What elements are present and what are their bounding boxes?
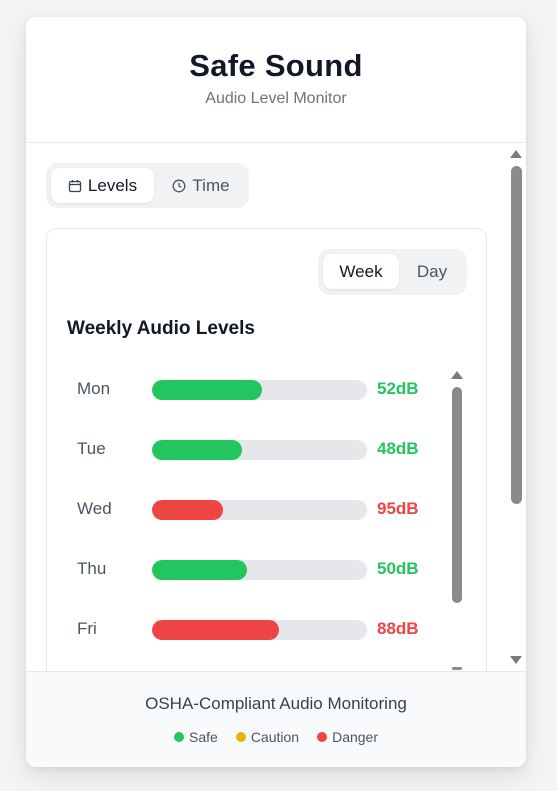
legend-dot — [235, 732, 246, 742]
scroll-down-icon[interactable] — [510, 656, 522, 664]
level-row: Tue 48dB — [47, 434, 467, 464]
footer: OSHA-Compliant Audio Monitoring Safe Cau… — [26, 671, 526, 767]
legend: Safe Caution Danger — [26, 729, 526, 745]
range-day-button[interactable]: Day — [402, 254, 462, 289]
scrollbar-thumb[interactable] — [452, 387, 462, 603]
level-bar-track — [152, 440, 367, 460]
clock-icon — [172, 179, 186, 192]
day-label: Mon — [77, 379, 111, 398]
scroll-up-icon[interactable] — [510, 150, 522, 158]
levels-scrollbar[interactable] — [447, 369, 467, 671]
db-value: 95dB — [377, 499, 419, 518]
db-value: 88dB — [377, 619, 419, 638]
tab-levels[interactable]: Levels — [51, 168, 154, 203]
legend-dot — [317, 732, 328, 742]
main-content: Levels Time Week Day Weekly Audio Levels… — [26, 143, 526, 671]
main-scrollbar[interactable] — [506, 146, 526, 668]
legend-label: Danger — [332, 729, 378, 745]
day-label: Fri — [77, 619, 97, 638]
legend-label: Caution — [250, 729, 300, 745]
calendar-icon — [68, 179, 82, 192]
footer-title: OSHA-Compliant Audio Monitoring — [145, 694, 407, 713]
scrollbar-thumb[interactable] — [511, 166, 522, 504]
day-label: Thu — [77, 559, 107, 578]
app-header: Safe Sound Audio Level Monitor — [26, 17, 526, 143]
range-toggle: Week Day — [318, 249, 467, 295]
legend-label: Safe — [189, 729, 218, 745]
level-bar-fill — [152, 620, 279, 640]
level-bar-track — [152, 620, 367, 640]
level-row: Wed 95dB — [47, 494, 467, 524]
legend-item-safe: Safe — [174, 729, 218, 745]
db-value: 48dB — [377, 439, 419, 458]
scroll-down-icon[interactable] — [452, 667, 462, 670]
level-bar-fill — [152, 440, 243, 460]
level-row: Thu 50dB — [47, 554, 467, 584]
db-value: 52dB — [377, 379, 419, 398]
level-bar-fill — [152, 560, 247, 580]
day-label: Wed — [77, 499, 112, 518]
view-tabs: Levels Time — [46, 163, 249, 208]
app-card: Safe Sound Audio Level Monitor Levels Ti… — [26, 17, 526, 767]
range-week-button[interactable]: Week — [323, 254, 399, 289]
legend-item-caution: Caution — [235, 729, 300, 745]
scroll-up-icon[interactable] — [451, 371, 463, 379]
level-bar-fill — [152, 500, 223, 520]
level-bar-track — [152, 560, 367, 580]
tab-time[interactable]: Time — [158, 168, 244, 203]
day-label: Tue — [77, 439, 106, 458]
panel-title: Weekly Audio Levels — [67, 318, 255, 339]
level-bar-track — [152, 500, 367, 520]
app-subtitle: Audio Level Monitor — [205, 90, 347, 107]
db-value: 50dB — [377, 559, 419, 578]
legend-item-danger: Danger — [317, 729, 378, 745]
level-bar-track — [152, 380, 367, 400]
level-bar-fill — [152, 380, 262, 400]
tab-levels-label: Levels — [87, 175, 138, 195]
level-row: Fri 88dB — [47, 614, 467, 644]
legend-dot — [174, 732, 184, 742]
levels-list: Mon 52dB Tue 48dB Wed 95dB Thu 50dB Fri … — [47, 354, 467, 671]
tab-time-label: Time — [192, 175, 230, 195]
levels-panel: Week Day Weekly Audio Levels Mon 52dB Tu… — [46, 228, 487, 671]
level-row: Mon 52dB — [47, 374, 467, 404]
app-title: Safe Sound — [189, 48, 363, 83]
